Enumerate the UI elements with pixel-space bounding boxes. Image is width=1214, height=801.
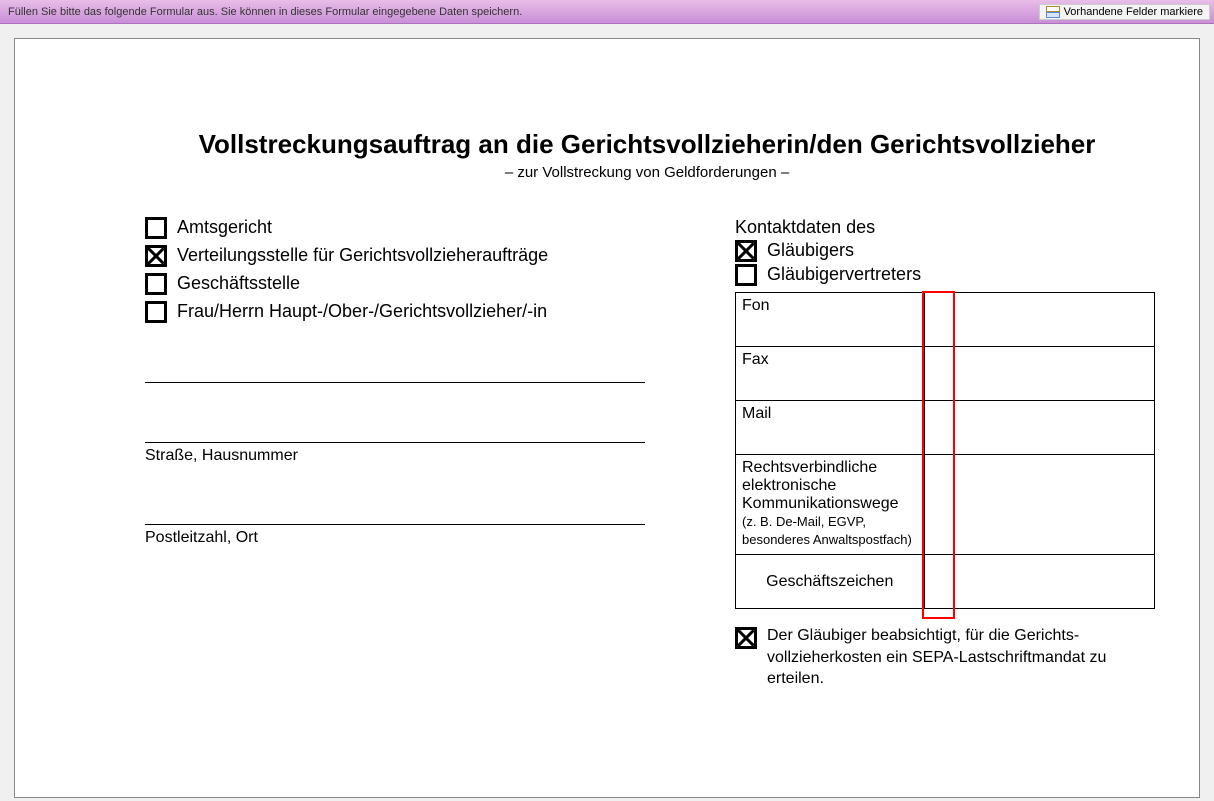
checkbox-verteilungsstelle[interactable] (145, 245, 167, 267)
contact-table: Fon Fax Mail (735, 292, 1155, 609)
recipient-section: Amtsgericht Verteilungsstelle für Gerich… (145, 217, 645, 547)
gz-mid-cell[interactable] (924, 555, 953, 609)
contact-heading: Kontaktdaten des (735, 217, 1155, 238)
label-creditor: Gläubigers (767, 240, 854, 261)
highlight-fields-label: Vorhandene Felder markiere (1064, 6, 1203, 18)
label-representative: Gläubigervertreters (767, 264, 921, 285)
fon-label: Fon (736, 293, 925, 347)
ecom-label: Rechtsverbindliche elektronische Kommuni… (742, 459, 899, 512)
form-page: Vollstreckungsauftrag an die Gerichtsvol… (14, 38, 1200, 798)
contact-section: Kontaktdaten des Gläubigers Gläubigerver… (735, 217, 1155, 690)
label-frau-herrn-gv: Frau/Herrn Haupt-/Ober-/Gerichtsvollzieh… (177, 301, 547, 322)
recipient-city-input[interactable] (145, 501, 645, 525)
gz-value-cell[interactable] (953, 555, 1154, 609)
checkbox-representative[interactable] (735, 264, 757, 286)
label-geschaeftsstelle: Geschäftsstelle (177, 273, 300, 294)
ecom-subnote: (z. B. De-Mail, EGVP, besonderes Anwalts… (742, 514, 912, 547)
toolbar-instruction: Füllen Sie bitte das folgende Formular a… (8, 6, 522, 18)
recipient-name-input[interactable] (145, 359, 645, 383)
mail-label: Mail (736, 401, 925, 455)
fax-mid-cell[interactable] (924, 347, 953, 401)
fon-value-cell[interactable] (953, 293, 1154, 347)
ecom-mid-cell[interactable] (924, 455, 953, 555)
fon-mid-cell[interactable] (924, 293, 953, 347)
form-title: Vollstreckungsauftrag an die Gerichtsvol… (145, 129, 1149, 160)
mail-mid-cell[interactable] (924, 401, 953, 455)
recipient-street-input[interactable] (145, 419, 645, 443)
checkbox-amtsgericht[interactable] (145, 217, 167, 239)
label-verteilungsstelle: Verteilungsstelle für Gerichtsvollzieher… (177, 245, 548, 266)
form-fields-icon (1046, 6, 1060, 18)
checkbox-frau-herrn-gv[interactable] (145, 301, 167, 323)
fax-label: Fax (736, 347, 925, 401)
fax-value-cell[interactable] (953, 347, 1154, 401)
form-subtitle: – zur Vollstreckung von Geldforderungen … (145, 164, 1149, 181)
sepa-text: Der Gläubiger beabsichtigt, für die Geri… (767, 625, 1155, 690)
ecom-label-cell: Rechtsverbindliche elektronische Kommuni… (736, 455, 925, 555)
ecom-value-cell[interactable] (953, 455, 1154, 555)
recipient-street-caption: Straße, Hausnummer (145, 447, 645, 465)
highlight-fields-button[interactable]: Vorhandene Felder markiere (1039, 4, 1210, 20)
pdf-form-toolbar: Füllen Sie bitte das folgende Formular a… (0, 0, 1214, 24)
label-amtsgericht: Amtsgericht (177, 217, 272, 238)
recipient-city-caption: Postleitzahl, Ort (145, 529, 645, 547)
checkbox-sepa[interactable] (735, 627, 757, 649)
mail-value-cell[interactable] (953, 401, 1154, 455)
gz-label: Geschäftszeichen (736, 555, 925, 609)
checkbox-geschaeftsstelle[interactable] (145, 273, 167, 295)
checkbox-creditor[interactable] (735, 240, 757, 262)
